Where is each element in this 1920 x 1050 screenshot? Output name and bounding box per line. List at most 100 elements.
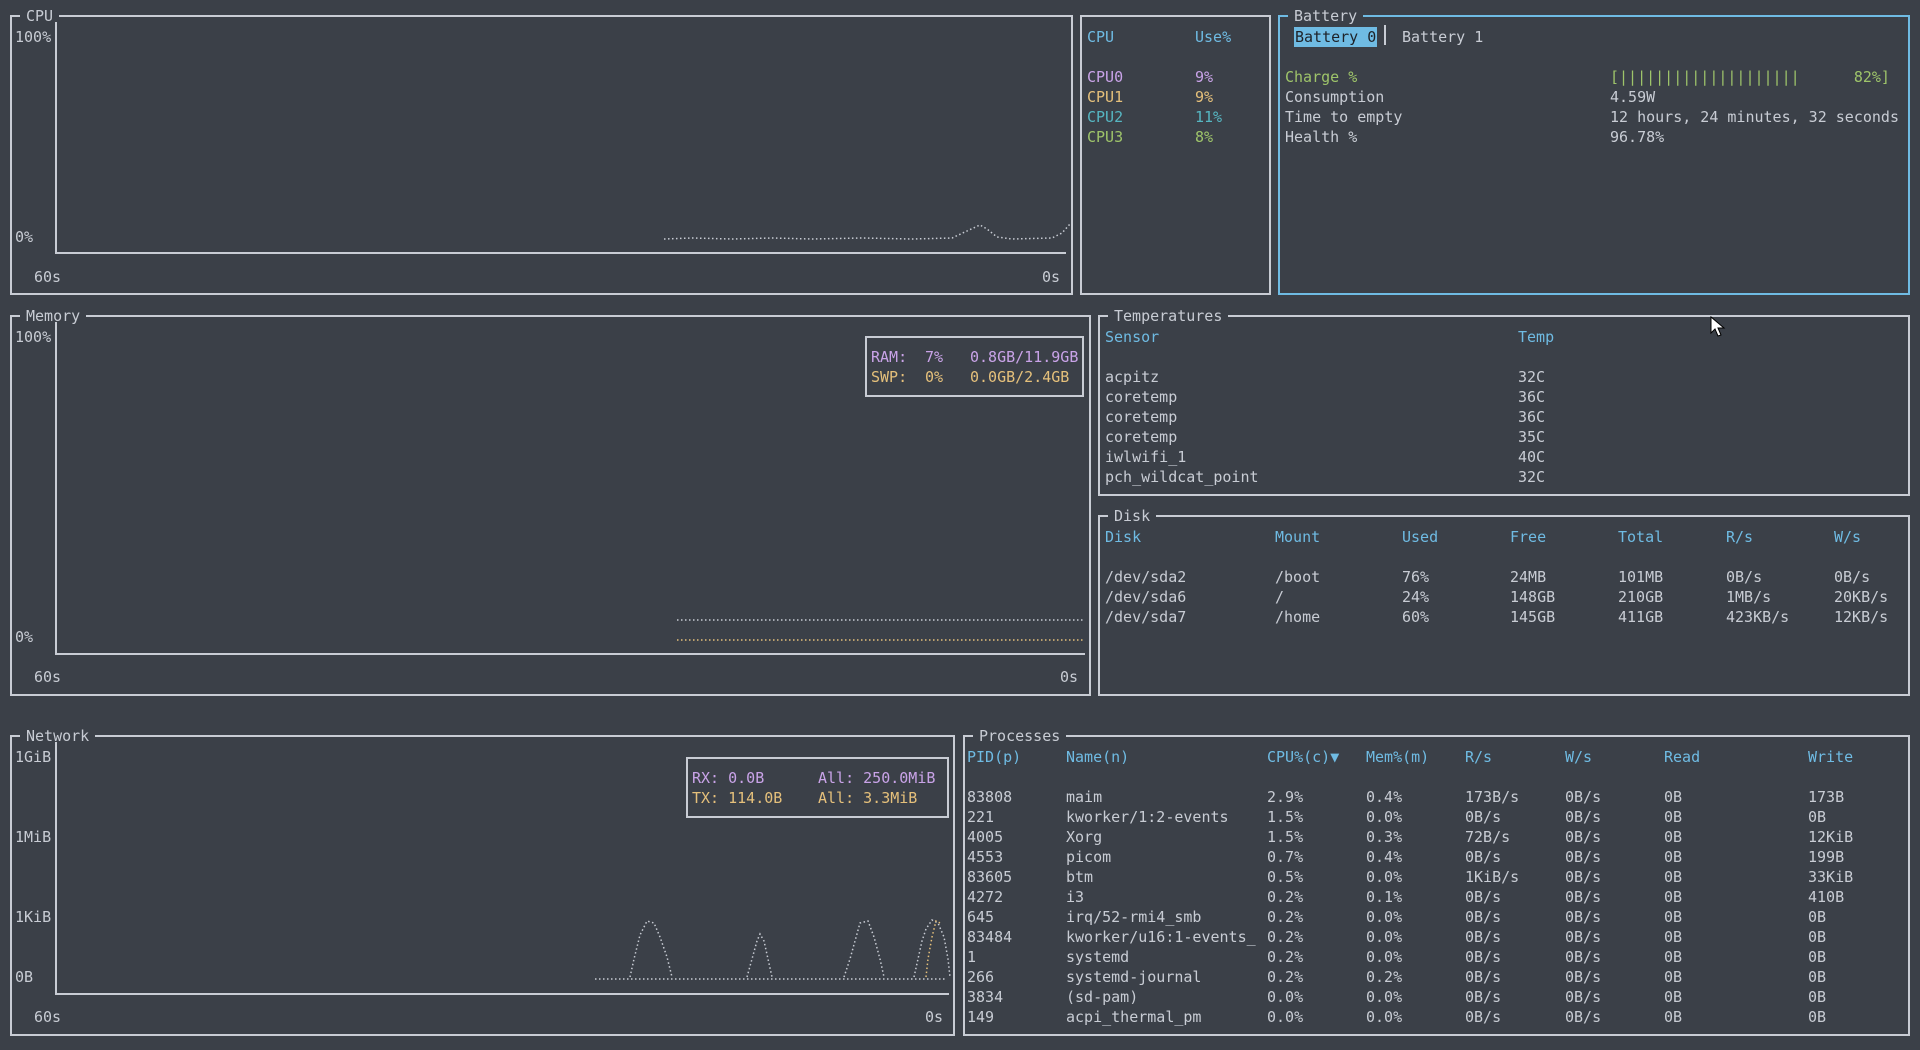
proc-write-total: 12KiB xyxy=(1808,828,1854,846)
proc-write-total: 0B xyxy=(1808,1008,1827,1026)
proc-read-rate: 173B/s xyxy=(1465,788,1520,806)
disk-used: 76% xyxy=(1402,568,1430,586)
network-panel[interactable]: Network 1GiB 1MiB 1KiB 0B RX: 0.0B All: … xyxy=(10,726,955,1036)
disk-total: 411GB xyxy=(1618,608,1664,626)
battery-consumption-label: Consumption xyxy=(1285,88,1385,106)
disk-header-used[interactable]: Used xyxy=(1402,527,1438,547)
disk-write-rate: 12KB/s xyxy=(1834,608,1889,626)
proc-read-rate: 1KiB/s xyxy=(1465,868,1520,886)
proc-read-total: 0B xyxy=(1664,908,1683,926)
proc-write-total: 0B xyxy=(1808,948,1827,966)
disk-read-rate: 423KB/s xyxy=(1726,608,1790,626)
cpu-x-left-label: 60s xyxy=(34,268,62,286)
proc-write-rate: 0B/s xyxy=(1565,888,1602,906)
battery-tab-0[interactable]: Battery 0 xyxy=(1294,27,1378,47)
temp-header-sensor: Sensor xyxy=(1105,328,1160,346)
disk-read-rate: 0B/s xyxy=(1726,568,1763,586)
proc-mem: 0.4% xyxy=(1366,788,1403,806)
proc-cpu: 2.9% xyxy=(1267,788,1304,806)
cpu-core-use: 9% xyxy=(1195,68,1214,86)
memory-legend: RAM: 7% 0.8GB/11.9GB SWP: 0% 0.0GB/2.4GB xyxy=(865,336,1084,397)
proc-mem: 0.0% xyxy=(1366,928,1403,946)
proc-mem: 0.1% xyxy=(1366,888,1403,906)
temp-sensor-name: pch_wildcat_point xyxy=(1105,468,1259,486)
network-legend: RX: 0.0B All: 250.0MiB TX: 114.0B All: 3… xyxy=(686,757,949,818)
disk-header-disk[interactable]: Disk xyxy=(1105,527,1141,547)
proc-cpu: 0.5% xyxy=(1267,868,1304,886)
proc-read-rate: 0B/s xyxy=(1465,968,1502,986)
proc-read-total: 0B xyxy=(1664,868,1683,886)
proc-header-cpu[interactable]: CPU%(c)▼ xyxy=(1267,747,1339,767)
disk-header-rs[interactable]: R/s xyxy=(1726,527,1753,547)
disk-name: /dev/sda6 xyxy=(1105,588,1187,606)
proc-header-pid[interactable]: PID(p) xyxy=(967,747,1021,767)
battery-charge-bar: [|||||||||||||||||||| 82%] xyxy=(1610,68,1890,86)
disk-header-mount[interactable]: Mount xyxy=(1275,527,1320,547)
disk-total: 210GB xyxy=(1618,588,1664,606)
cpu-graph-panel[interactable]: CPU 100% 0% 60s 0s xyxy=(10,6,1073,295)
temp-sensor-name: acpitz xyxy=(1105,368,1160,386)
proc-write-rate: 0B/s xyxy=(1565,868,1602,886)
proc-header-write[interactable]: Write xyxy=(1808,747,1853,767)
battery-tab-divider xyxy=(1384,25,1386,45)
proc-header-name[interactable]: Name(n) xyxy=(1066,747,1129,767)
disk-panel-title: Disk xyxy=(1108,506,1157,526)
proc-read-rate: 0B/s xyxy=(1465,928,1502,946)
disk-header-total[interactable]: Total xyxy=(1618,527,1663,547)
memory-panel[interactable]: Memory 100% 0% RAM: 7% 0.8GB/11.9GB SWP:… xyxy=(10,306,1091,696)
ram-label: RAM: xyxy=(871,348,908,366)
disk-header-ws[interactable]: W/s xyxy=(1834,527,1861,547)
temp-value: 36C xyxy=(1518,408,1546,426)
proc-write-rate: 0B/s xyxy=(1565,1008,1602,1026)
disk-write-rate: 20KB/s xyxy=(1834,588,1889,606)
proc-read-rate: 0B/s xyxy=(1465,848,1502,866)
temp-sensor-name: coretemp xyxy=(1105,428,1178,446)
proc-read-total: 0B xyxy=(1664,848,1683,866)
battery-panel[interactable]: Battery Battery 0 Battery 1 Charge % [||… xyxy=(1278,6,1910,295)
proc-cpu: 0.2% xyxy=(1267,908,1304,926)
proc-cpu: 0.2% xyxy=(1267,968,1304,986)
disk-name: /dev/sda7 xyxy=(1105,608,1187,626)
proc-read-rate: 0B/s xyxy=(1465,988,1502,1006)
cpu-core-name: CPU1 xyxy=(1087,88,1124,106)
ram-percent: 7% xyxy=(925,348,944,366)
battery-tab-1[interactable]: Battery 1 xyxy=(1402,27,1483,47)
proc-name: irq/52-rmi4_smb xyxy=(1066,908,1202,926)
disk-header-free[interactable]: Free xyxy=(1510,527,1546,547)
proc-cpu: 0.0% xyxy=(1267,988,1304,1006)
ram-value: 0.8GB/11.9GB xyxy=(970,348,1079,366)
proc-mem: 0.0% xyxy=(1366,908,1403,926)
proc-header-read[interactable]: Read xyxy=(1664,747,1700,767)
disk-free: 145GB xyxy=(1510,608,1556,626)
proc-header-mem[interactable]: Mem%(m) xyxy=(1366,747,1429,767)
temperatures-panel[interactable]: Temperatures Sensor Temp acpitz 32C corete… xyxy=(1098,306,1910,496)
proc-pid: 645 xyxy=(967,908,995,926)
proc-pid: 1 xyxy=(967,948,977,966)
proc-name: (sd-pam) xyxy=(1066,988,1139,1006)
proc-pid: 149 xyxy=(967,1008,995,1026)
tx-label: TX: 114.0B xyxy=(692,789,783,807)
proc-mem: 0.0% xyxy=(1366,948,1403,966)
proc-write-rate: 0B/s xyxy=(1565,848,1602,866)
processes-panel[interactable]: Processes PID(p) Name(n) CPU%(c)▼ Mem%(m) R/… xyxy=(963,726,1910,1036)
disk-read-rate: 1MB/s xyxy=(1726,588,1772,606)
temp-value: 32C xyxy=(1518,468,1546,486)
proc-header-ws[interactable]: W/s xyxy=(1565,747,1592,767)
disk-mount: /boot xyxy=(1275,568,1321,586)
temp-value: 36C xyxy=(1518,388,1546,406)
proc-mem: 0.3% xyxy=(1366,828,1403,846)
proc-mem: 0.0% xyxy=(1366,1008,1403,1026)
proc-header-rs[interactable]: R/s xyxy=(1465,747,1492,767)
rx-all: All: 250.0MiB xyxy=(818,769,936,787)
tx-all: All: 3.3MiB xyxy=(818,789,918,807)
disk-mount: /home xyxy=(1275,608,1321,626)
disk-mount: / xyxy=(1275,588,1285,606)
disk-panel[interactable]: Disk Disk Mount Used Free Total R/s W/s/dev/sd… xyxy=(1098,506,1910,696)
temp-value: 35C xyxy=(1518,428,1546,446)
proc-name: systemd xyxy=(1066,948,1130,966)
proc-read-rate: 72B/s xyxy=(1465,828,1511,846)
proc-write-rate: 0B/s xyxy=(1565,948,1602,966)
proc-write-total: 0B xyxy=(1808,928,1827,946)
cpu-core-name: CPU3 xyxy=(1087,128,1124,146)
cpu-list-panel[interactable]: CPU Use% CPU0 9% CPU1 9% CPU2 11% CPU3 8… xyxy=(1080,15,1271,295)
